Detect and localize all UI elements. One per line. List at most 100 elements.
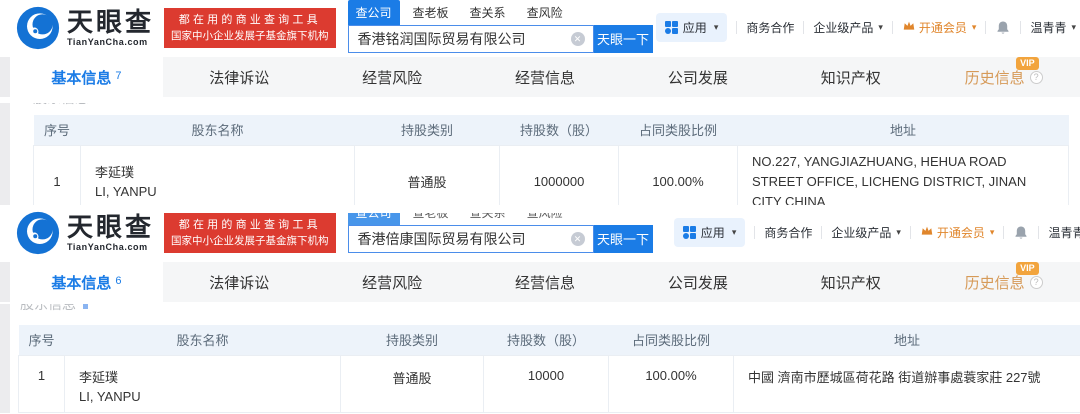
tab-legal-proceedings[interactable]: 法律诉讼 (163, 57, 316, 97)
cell-shares: 10000 (484, 355, 609, 412)
user-name: 温青青 (1048, 224, 1080, 241)
divider (892, 21, 893, 34)
cell-shareholder-name: 李延璞 LI, YANPU (65, 355, 341, 412)
help-question-icon[interactable]: ? (1030, 71, 1043, 84)
basic-info-content: 股东信息 序号 股东名称 持股类别 持股数（股） 占同类股比例 地址 1 李延璞 (0, 103, 1080, 219)
search-tab-relation[interactable]: 查关系 (462, 213, 514, 225)
clear-icon[interactable]: ✕ (571, 232, 585, 246)
membership-link[interactable]: 开通会员 ▾ (920, 224, 995, 241)
tab-legal-proceedings[interactable]: 法律诉讼 (163, 262, 316, 302)
search-button[interactable]: 天眼一下 (594, 25, 653, 53)
slogan-line2: 国家中小企业发展子基金旗下机构 (171, 233, 329, 249)
chevron-down-icon: ▾ (714, 22, 719, 33)
col-ratio: 占同类股比例 (609, 325, 734, 355)
tab-operating-info[interactable]: 经营信息 (469, 262, 622, 302)
company-nav-tabs: 基本信息 7 法律诉讼 经营风险 经营信息 公司发展 知识产权 VIP 历史信息… (0, 57, 1080, 97)
tab-company-development[interactable]: 公司发展 (621, 57, 774, 97)
table-header-row: 序号 股东名称 持股类别 持股数（股） 占同类股比例 地址 (34, 115, 1069, 145)
tab-history-info[interactable]: VIP 历史信息 ? (927, 57, 1080, 97)
shareholder-name-cn: 李延璞 (95, 163, 340, 182)
user-menu[interactable]: 温青青 ▾ (1030, 19, 1076, 36)
crown-icon (902, 19, 916, 36)
col-address: 地址 (738, 115, 1069, 145)
cell-index: 1 (19, 355, 65, 412)
tab-basic-info[interactable]: 基本信息 7 (10, 57, 163, 97)
divider (821, 226, 822, 239)
enterprise-products-link[interactable]: 企业级产品 ▾ (831, 224, 901, 241)
tab-operating-info[interactable]: 经营信息 (469, 57, 622, 97)
search-tab-company[interactable]: 查公司 (348, 0, 400, 25)
search-tab-relation[interactable]: 查关系 (462, 0, 514, 25)
tab-basic-info[interactable]: 基本信息 6 (10, 262, 163, 302)
business-coop-link[interactable]: 商务合作 (746, 19, 794, 36)
membership-link[interactable]: 开通会员 ▾ (902, 19, 977, 36)
search-area: 查公司 查老板 查关系 查风险 ✕ 天眼一下 (348, 213, 653, 253)
tianyancha-logo[interactable]: 天眼查 TianYanCha.com (16, 211, 154, 255)
basic-info-content: 股东信息 序号 股东名称 持股类别 持股数（股） 占同类股比例 地址 1 李延璞 (0, 304, 1080, 413)
tab-operating-risk[interactable]: 经营风险 (316, 262, 469, 302)
apps-label: 应用 (701, 224, 725, 241)
tianyancha-logo[interactable]: 天眼查 TianYanCha.com (16, 6, 154, 50)
apps-grid-icon (665, 21, 678, 34)
tab-intellectual-property[interactable]: 知识产权 (774, 262, 927, 302)
shareholder-name-en: LI, YANPU (79, 387, 326, 406)
search-button[interactable]: 天眼一下 (594, 225, 653, 253)
chevron-down-icon: ▾ (896, 227, 901, 238)
clipped-section-heading: 股东信息 (20, 304, 1080, 313)
help-question-icon[interactable]: ? (1030, 276, 1043, 289)
apps-menu[interactable]: 应用 ▾ (674, 218, 746, 247)
notification-bell-icon[interactable] (995, 20, 1011, 36)
apps-grid-icon (683, 226, 696, 239)
col-shareholder-name: 股东名称 (65, 325, 341, 355)
search-input[interactable] (348, 225, 594, 253)
divider (910, 226, 911, 239)
col-shareholder-name: 股东名称 (81, 115, 355, 145)
user-name: 温青青 (1030, 19, 1066, 36)
tab-history-info[interactable]: VIP 历史信息 ? (927, 262, 1080, 302)
col-shares: 持股数（股） (500, 115, 619, 145)
apps-label: 应用 (683, 19, 707, 36)
search-tab-boss[interactable]: 查老板 (405, 213, 457, 225)
search-tab-company[interactable]: 查公司 (348, 213, 400, 225)
business-coop-link[interactable]: 商务合作 (764, 224, 812, 241)
search-type-tabs-clipped: 查公司 查老板 查关系 查风险 (348, 213, 653, 225)
table-header-row: 序号 股东名称 持股类别 持股数（股） 占同类股比例 地址 (19, 325, 1080, 355)
chevron-down-icon: ▾ (1071, 22, 1076, 33)
header-right-nav: 应用 ▾ 商务合作 企业级产品 ▾ 开通会员 ▾ 温青青 (656, 0, 1076, 55)
user-menu[interactable]: 温青青 ▾ (1048, 224, 1080, 241)
search-type-tabs: 查公司 查老板 查关系 查风险 (348, 3, 653, 25)
enterprise-products-link[interactable]: 企业级产品 ▾ (813, 19, 883, 36)
logo-text: 天眼查 (67, 214, 154, 241)
search-input[interactable] (348, 25, 594, 53)
screenshot-company-2: 天眼查 TianYanCha.com 都在用的商业查询工具 国家中小企业发展子基… (0, 205, 1080, 414)
search-tab-risk[interactable]: 查风险 (519, 0, 571, 25)
logo-text: 天眼查 (67, 9, 154, 36)
clear-icon[interactable]: ✕ (571, 32, 585, 46)
col-address: 地址 (734, 325, 1080, 355)
apps-menu[interactable]: 应用 ▾ (656, 13, 728, 42)
tab-count: 6 (115, 275, 121, 287)
search-area: 查公司 查老板 查关系 查风险 ✕ 天眼一下 (348, 3, 653, 53)
logo-domain: TianYanCha.com (67, 242, 154, 252)
cell-ratio: 100.00% (609, 355, 734, 412)
divider (736, 21, 737, 34)
search-tab-boss[interactable]: 查老板 (405, 0, 457, 25)
divider (1038, 226, 1039, 239)
tab-company-development[interactable]: 公司发展 (621, 262, 774, 302)
search-tab-risk[interactable]: 查风险 (519, 213, 571, 225)
divider (1020, 21, 1021, 34)
vip-badge: VIP (1016, 262, 1039, 275)
tab-intellectual-property[interactable]: 知识产权 (774, 57, 927, 97)
tab-count: 7 (115, 70, 121, 82)
site-header: 天眼查 TianYanCha.com 都在用的商业查询工具 国家中小企业发展子基… (0, 205, 1080, 260)
crown-icon (920, 224, 934, 241)
slogan-line2: 国家中小企业发展子基金旗下机构 (171, 28, 329, 44)
slogan-line1: 都在用的商业查询工具 (171, 12, 329, 28)
divider (754, 226, 755, 239)
tab-operating-risk[interactable]: 经营风险 (316, 57, 469, 97)
cell-address: 中國 濟南市歷城區荷花路 街道辦事處蓑家莊 227號 (734, 355, 1080, 412)
site-header: 天眼查 TianYanCha.com 都在用的商业查询工具 国家中小企业发展子基… (0, 0, 1080, 55)
company-nav-tabs: 基本信息 6 法律诉讼 经营风险 经营信息 公司发展 知识产权 VIP 历史信息… (0, 262, 1080, 302)
col-shares: 持股数（股） (484, 325, 609, 355)
notification-bell-icon[interactable] (1013, 225, 1029, 241)
